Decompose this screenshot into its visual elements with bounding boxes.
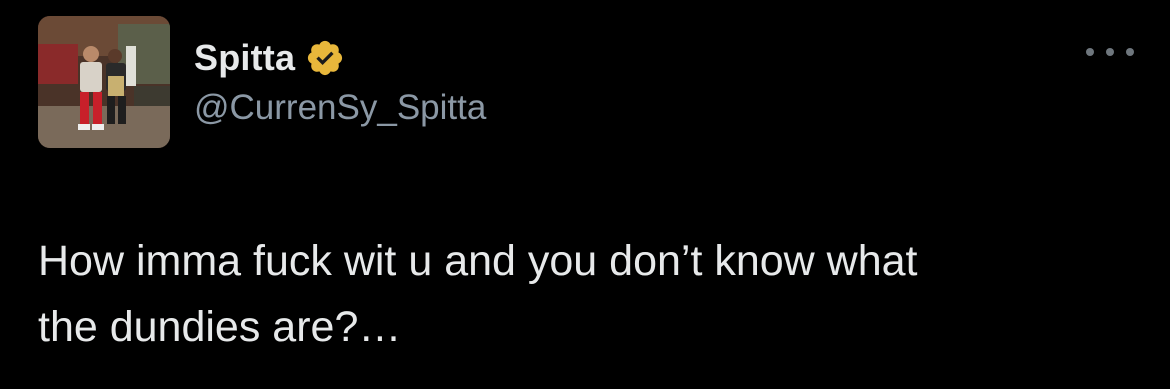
more-dot [1106, 48, 1114, 56]
verified-badge-icon[interactable] [305, 38, 345, 78]
more-horizontal-icon[interactable] [1086, 38, 1134, 66]
tweet-text: How imma fuck wit u and you don’t know w… [38, 228, 1138, 360]
tweet-text-line-2: the dundies are?… [38, 303, 402, 351]
author-name-row: Spitta [194, 36, 345, 80]
tweet-card: Spitta @CurrenSy_Spitta How imma fuck wi… [0, 0, 1170, 389]
more-dot [1126, 48, 1134, 56]
profile-avatar[interactable] [38, 16, 170, 148]
author-display-name[interactable]: Spitta [194, 37, 295, 79]
avatar-photo [38, 16, 170, 148]
more-dot [1086, 48, 1094, 56]
tweet-text-line-1: How imma fuck wit u and you don’t know w… [38, 237, 918, 285]
author-handle[interactable]: @CurrenSy_Spitta [194, 88, 486, 128]
